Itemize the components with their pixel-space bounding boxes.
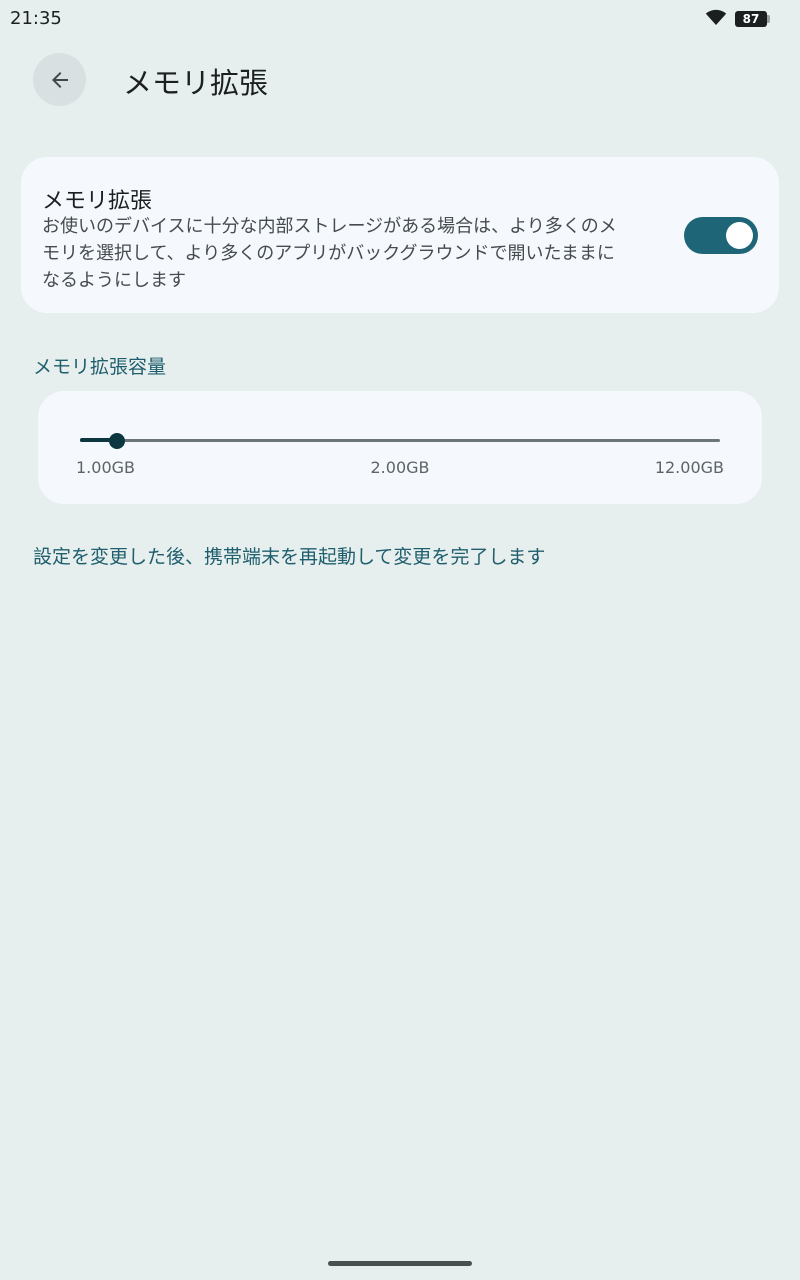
restart-note: 設定を変更した後、携帯端末を再起動して変更を完了します [33, 546, 546, 568]
slider-track[interactable] [80, 439, 720, 442]
status-icons: 87 [705, 8, 770, 30]
app-bar: メモリ拡張 [0, 40, 800, 120]
capacity-slider-card: 1.00GB 2.00GB 12.00GB [38, 391, 762, 504]
switch-thumb [726, 222, 753, 249]
memory-extension-switch[interactable] [684, 217, 758, 254]
battery-cap [767, 15, 770, 23]
home-indicator[interactable] [328, 1261, 472, 1266]
slider-thumb[interactable] [109, 433, 126, 449]
back-button[interactable] [33, 53, 86, 106]
battery-icon: 87 [735, 11, 770, 27]
status-time: 21:35 [10, 8, 62, 29]
arrow-back-icon [51, 71, 68, 88]
wifi-icon [705, 8, 727, 30]
status-bar: 21:35 87 [0, 0, 800, 36]
toggle-summary: お使いのデバイスに十分な内部ストレージがある場合は、より多くのメモリを選択して、… [42, 216, 617, 291]
slider-max-label: 12.00GB [654, 458, 724, 477]
battery-level: 87 [735, 11, 767, 27]
toggle-title: メモリ拡張 [42, 189, 153, 214]
capacity-section-title: メモリ拡張容量 [33, 356, 167, 378]
page-title: メモリ拡張 [123, 66, 269, 100]
slider-min-label: 1.00GB [76, 458, 135, 477]
slider-mid-label: 2.00GB [370, 458, 430, 477]
memory-extension-toggle-card[interactable]: メモリ拡張 お使いのデバイスに十分な内部ストレージがある場合は、より多くのメモリ… [21, 157, 779, 313]
